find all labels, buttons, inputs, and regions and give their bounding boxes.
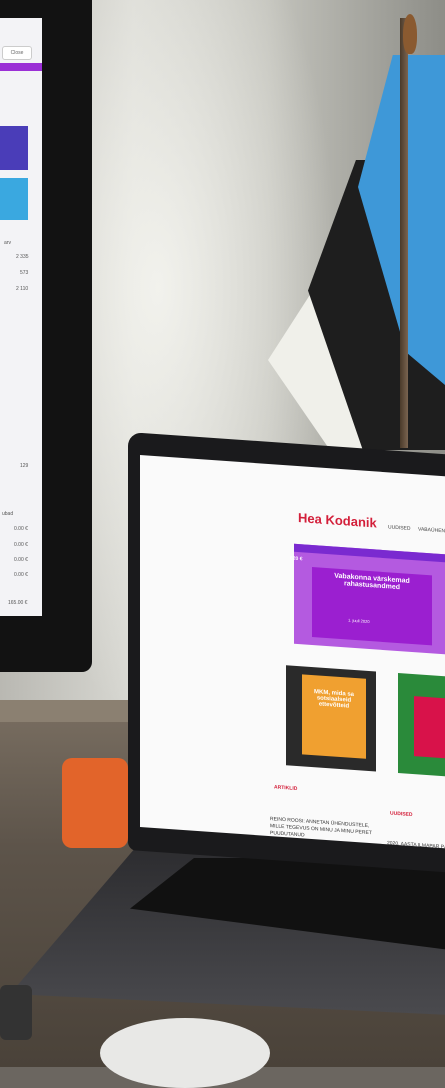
- footer-value: 0.00 €: [14, 542, 28, 548]
- footer-header: ubad: [2, 511, 14, 517]
- close-button[interactable]: Close: [2, 46, 32, 60]
- nav-item-civil-society[interactable]: VABAÜHENDUS: [418, 526, 445, 535]
- footer-value: 0.00 €: [14, 557, 28, 563]
- laptop-screen: Hea Kodanik UUDISED VABAÜHENDUS 620 € Va…: [140, 455, 445, 849]
- section-articles-heading: ARTIKLID: [274, 784, 298, 793]
- smartphone: [0, 985, 32, 1040]
- external-monitor: Close arv 2 335 573 2 110 129 ubad 0.00 …: [0, 0, 92, 672]
- monitor-screen: Close arv 2 335 573 2 110 129 ubad 0.00 …: [0, 18, 42, 616]
- footer-value: 0.00 €: [14, 526, 28, 532]
- article-card-image: [414, 696, 445, 759]
- value-cell: 2 110: [16, 286, 29, 292]
- nav-item-news[interactable]: UUDISED: [388, 524, 411, 532]
- value-cell: 573: [20, 270, 29, 276]
- mid-label: 129: [20, 463, 29, 469]
- column-header: arv: [4, 240, 11, 246]
- monitor-header-bar: [0, 63, 42, 71]
- footer-value: 165.00 €: [8, 600, 28, 606]
- mouse: [100, 1018, 270, 1088]
- value-cell: 2 335: [16, 254, 29, 260]
- flag-pole-finial: [403, 14, 417, 54]
- external-hard-drive: [62, 758, 128, 848]
- site-logo[interactable]: Hea Kodanik: [298, 510, 377, 531]
- section-news-heading: UUDISED: [390, 810, 413, 819]
- building-icon: [0, 126, 28, 170]
- article-card-image: [302, 674, 366, 759]
- monitor-info-card: [0, 178, 28, 220]
- hero-amount: 620 €: [290, 555, 303, 563]
- flag-pole: [400, 18, 408, 448]
- footer-value: 0.00 €: [14, 572, 28, 578]
- article-card-title: MKM, mida sa sotsiaalseid ettevõtteid: [313, 689, 354, 710]
